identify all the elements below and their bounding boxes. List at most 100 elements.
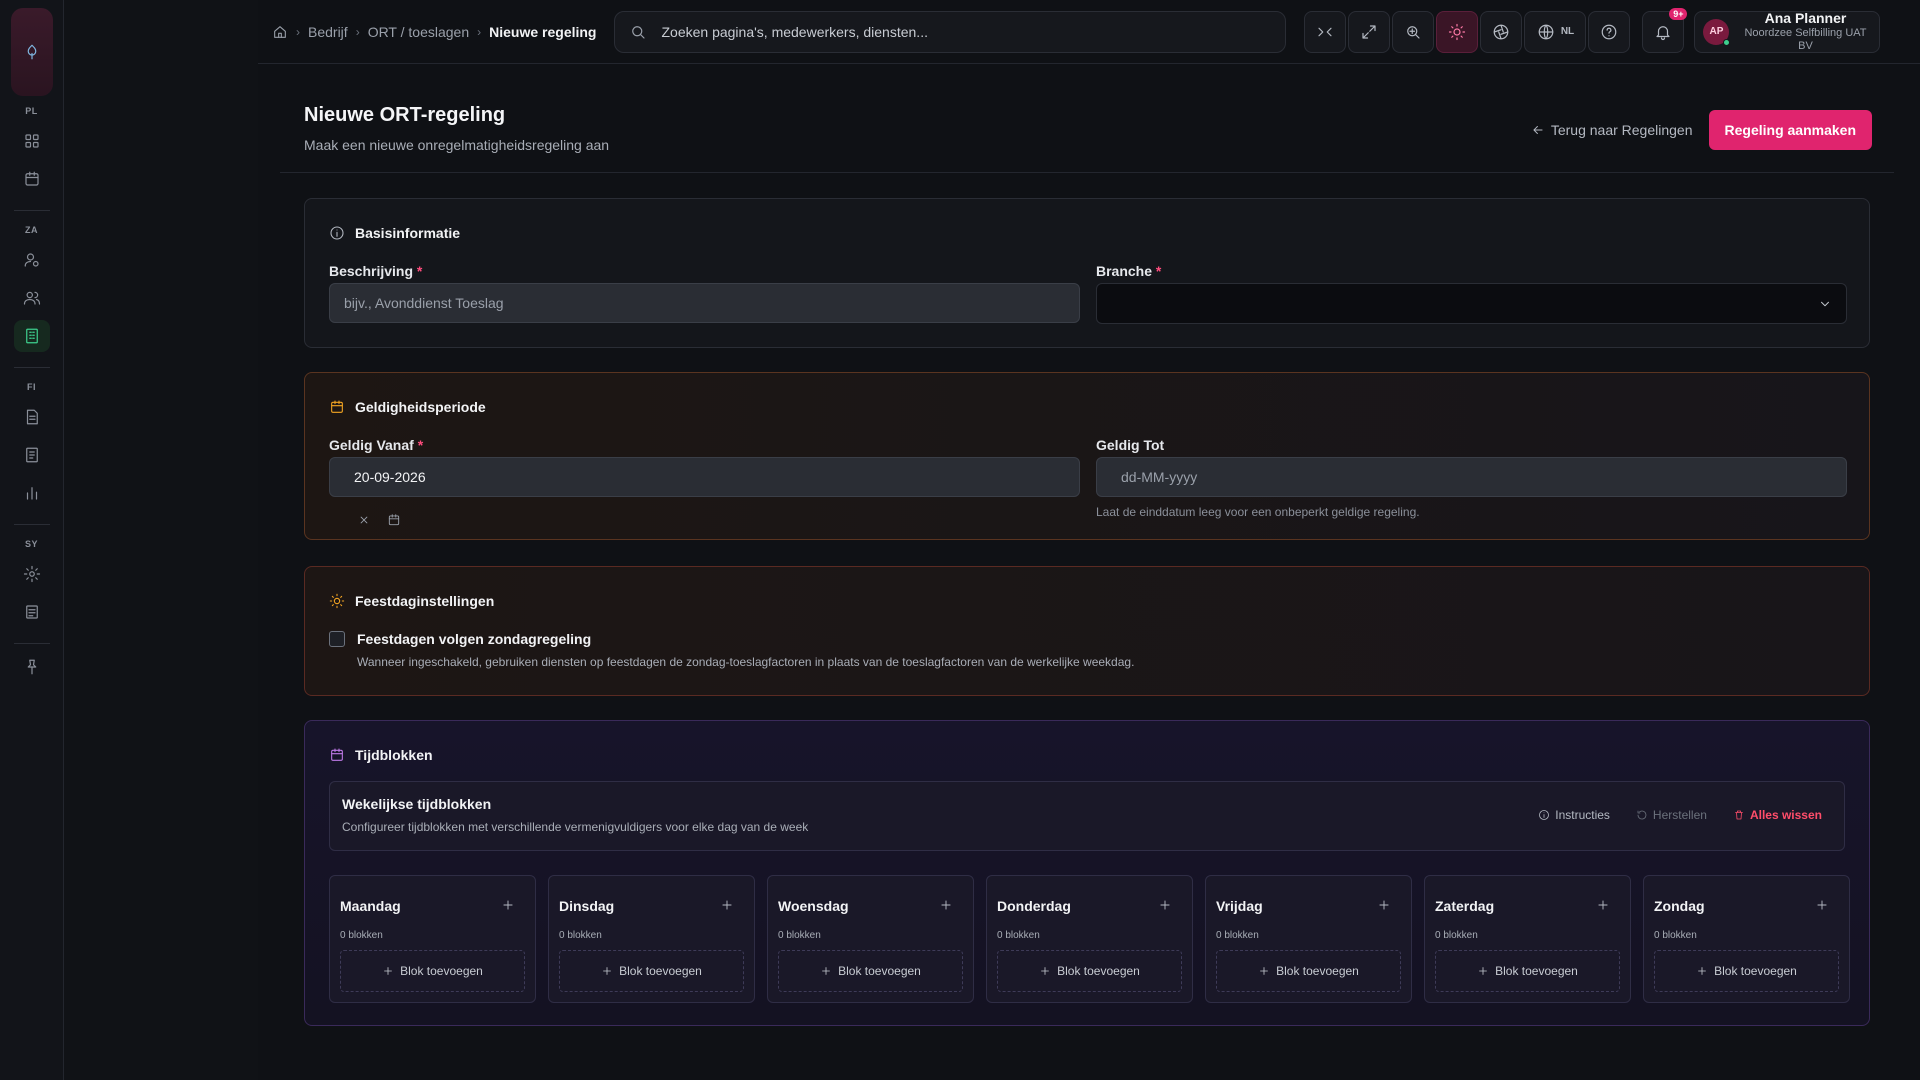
help-icon[interactable] (1588, 10, 1631, 53)
day-name: Zaterdag (1435, 898, 1495, 914)
plus-icon (1479, 967, 1488, 975)
required-asterisk: * (416, 263, 423, 279)
info-icon (330, 226, 344, 240)
plus-icon[interactable] (1596, 898, 1610, 912)
plus-icon[interactable] (1158, 898, 1172, 912)
plus-icon[interactable] (720, 898, 734, 912)
create-regeling-button[interactable]: Regeling aanmaken (1708, 110, 1872, 150)
plus-icon (822, 967, 831, 975)
trash-icon (1735, 810, 1743, 820)
plus-icon[interactable] (939, 898, 953, 912)
day-name: Vrijdag (1216, 898, 1263, 914)
clear-all-label: Alles wissen (1749, 808, 1822, 822)
language-selector[interactable]: NL (1524, 10, 1587, 53)
settings-icon[interactable] (14, 558, 50, 590)
plus-icon[interactable] (1377, 898, 1391, 912)
user-menu[interactable]: AP Ana Planner Noordzee Selfbilling UAT … (1694, 10, 1881, 53)
add-block-button[interactable]: Blok toevoegen (559, 950, 744, 992)
day-card-vrijdag: Vrijdag 0 blokken Blok toevoegen (1205, 875, 1412, 1003)
valid-from-input[interactable]: 20-09-2026 (329, 457, 1080, 497)
branche-select[interactable] (1096, 283, 1847, 324)
plus-icon[interactable] (1815, 898, 1829, 912)
back-to-regelingen-link[interactable]: Terug naar Regelingen (1531, 122, 1693, 138)
chevron-right-icon: › (355, 24, 360, 39)
pin-icon[interactable] (14, 651, 50, 683)
info-icon (1539, 810, 1550, 820)
zoom-in-icon[interactable] (1392, 10, 1435, 53)
collapse-icon[interactable] (1304, 10, 1347, 53)
valid-from-label: Geldig Vanaf * (329, 437, 423, 453)
valid-to-input[interactable]: dd-MM-yyyy (1096, 457, 1847, 497)
basis-info-card: Basisinformatie Beschrijving * bijv., Av… (304, 198, 1870, 348)
day-card-dinsdag: Dinsdag 0 blokken Blok toevoegen (548, 875, 755, 1003)
add-block-button[interactable]: Blok toevoegen (1654, 950, 1839, 992)
page-header: Nieuwe ORT-regeling Maak een nieuwe onre… (304, 104, 609, 153)
building-icon[interactable] (13, 320, 50, 352)
description-placeholder: bijv., Avonddienst Toeslag (344, 295, 504, 311)
add-block-button[interactable]: Blok toevoegen (997, 950, 1182, 992)
avatar: AP (1703, 18, 1731, 46)
home-icon[interactable] (272, 24, 288, 40)
online-status-dot (1723, 38, 1731, 46)
search-input[interactable]: Zoeken pagina's, medewerkers, diensten..… (614, 10, 1287, 53)
breadcrumb: › Bedrijf › ORT / toeslagen › Nieuwe reg… (272, 24, 596, 40)
clear-all-button[interactable]: Alles wissen (1733, 808, 1822, 822)
breadcrumb-item[interactable]: Bedrijf (308, 24, 348, 40)
notifications-bell-icon[interactable]: 9+ (1642, 7, 1688, 53)
notification-badge: 9+ (1669, 7, 1688, 20)
rail-divider (13, 367, 50, 368)
reset-icon (1637, 810, 1647, 820)
calendar-icon[interactable] (14, 163, 50, 195)
app-logo[interactable] (10, 8, 53, 96)
add-block-button[interactable]: Blok toevoegen (340, 950, 525, 992)
valid-from-value: 20-09-2026 (354, 469, 426, 485)
chart-icon[interactable] (14, 477, 50, 509)
add-block-label: Blok toevoegen (1495, 964, 1578, 978)
reset-button[interactable]: Herstellen (1636, 808, 1707, 822)
calendar-icon (331, 400, 343, 413)
instructions-button[interactable]: Instructies (1538, 808, 1610, 822)
user-settings-icon[interactable] (14, 244, 50, 276)
card-title: Geldigheidsperiode (329, 399, 486, 415)
breadcrumb-current: Nieuwe regeling (489, 23, 597, 40)
user-info: Ana Planner Noordzee Selfbilling UAT BV (1739, 10, 1871, 53)
rail-group-fi: FI (14, 372, 50, 512)
rail-group-pl: PL (14, 96, 50, 198)
card-title: Feestdaginstellingen (329, 593, 494, 609)
card-title-label: Basisinformatie (355, 225, 461, 241)
holiday-sunday-checkbox[interactable] (329, 631, 345, 647)
day-block-count: 0 blokken (1654, 930, 1697, 941)
day-block-count: 0 blokken (778, 930, 821, 941)
day-card-woensdag: Woensdag 0 blokken Blok toevoegen (767, 875, 974, 1003)
add-block-button[interactable]: Blok toevoegen (1216, 950, 1401, 992)
day-block-count: 0 blokken (1216, 930, 1259, 941)
breadcrumb-item[interactable]: ORT / toeslagen (368, 24, 469, 40)
theme-toggle-sun-icon[interactable] (1436, 10, 1479, 53)
plus-icon[interactable] (501, 898, 515, 912)
rail-group-label: PL (25, 106, 38, 116)
expand-icon[interactable] (1348, 10, 1391, 53)
open-calendar-icon[interactable] (387, 513, 401, 527)
calendar-icon (331, 748, 343, 761)
card-title-label: Feestdaginstellingen (355, 593, 495, 609)
dashboard-icon[interactable] (14, 125, 50, 157)
add-block-label: Blok toevoegen (619, 964, 702, 978)
invoice-icon[interactable] (14, 401, 50, 433)
log-icon[interactable] (14, 596, 50, 628)
toolbar: NL 9+ AP Ana Planner Noordzee Selfbillin… (1304, 7, 1881, 53)
clear-date-icon[interactable] (357, 513, 371, 527)
description-input[interactable]: bijv., Avonddienst Toeslag (329, 283, 1080, 323)
chevron-right-icon: › (477, 24, 482, 39)
valid-to-label: Geldig Tot (1096, 437, 1165, 453)
day-name: Maandag (340, 898, 401, 914)
reset-label: Herstellen (1652, 808, 1707, 822)
holiday-checkbox-label[interactable]: Feestdagen volgen zondagregeling (357, 631, 591, 647)
users-icon[interactable] (14, 282, 50, 314)
chevron-right-icon: › (296, 24, 300, 39)
add-block-button[interactable]: Blok toevoegen (1435, 950, 1620, 992)
globe-icon (1538, 24, 1554, 39)
receipt-icon[interactable] (14, 439, 50, 471)
add-block-button[interactable]: Blok toevoegen (778, 950, 963, 992)
aperture-icon[interactable] (1480, 10, 1523, 53)
rail-group-label: ZA (25, 225, 38, 235)
